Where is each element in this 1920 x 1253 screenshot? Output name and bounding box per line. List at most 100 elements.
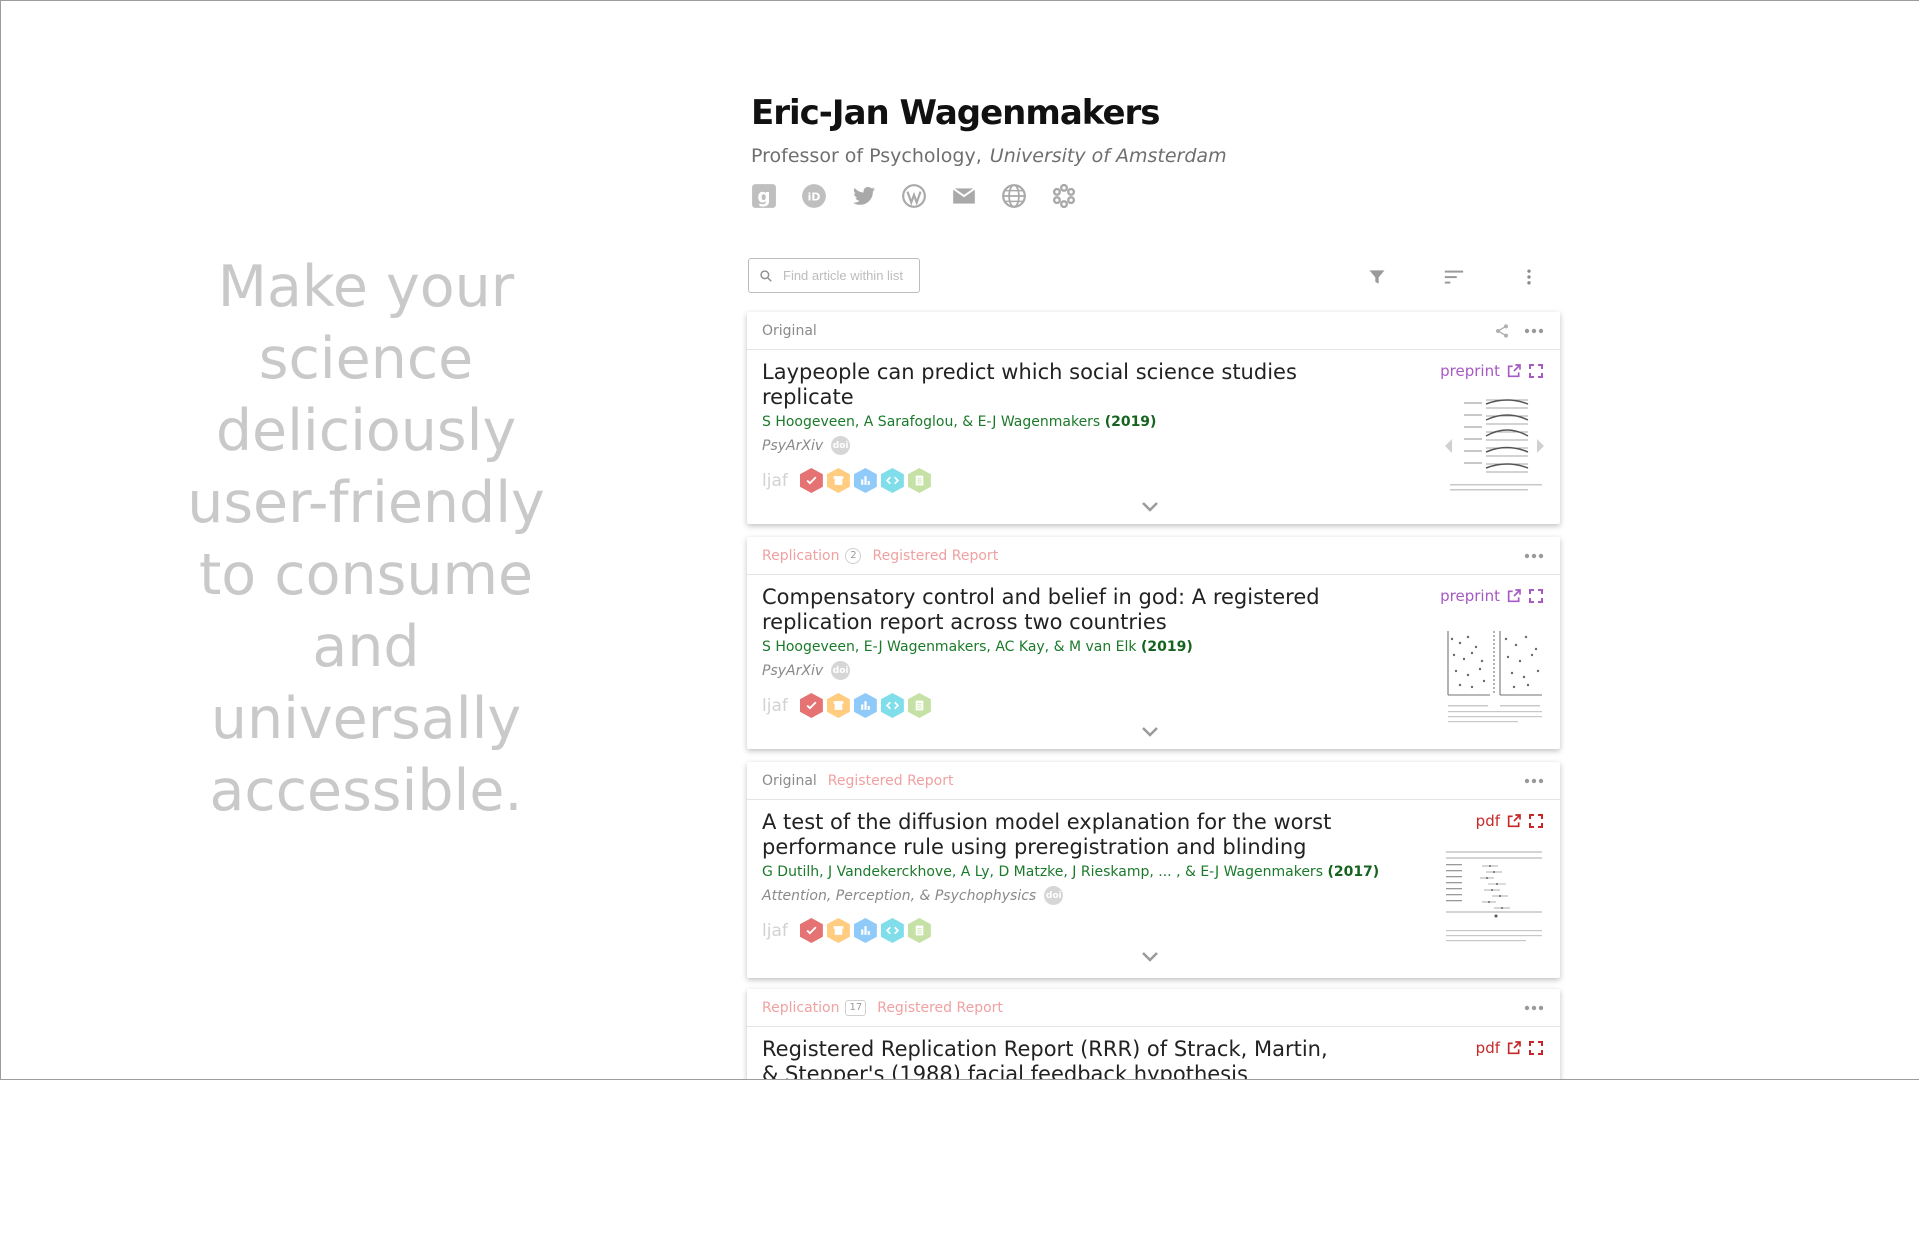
google-scholar-icon[interactable]: g (751, 181, 801, 211)
expand-chevron-icon[interactable] (1140, 950, 1160, 964)
email-icon[interactable] (951, 181, 1001, 211)
tagline-line: accessible. (209, 758, 523, 824)
ljaf-logo: ljaf (762, 920, 788, 941)
article-title[interactable]: A test of the diffusion model explanatio… (762, 810, 1332, 860)
article-year: (2019) (1140, 639, 1193, 655)
article-search[interactable] (748, 258, 920, 293)
registered-report-label: Registered Report (827, 772, 954, 789)
wordpress-icon[interactable] (901, 181, 951, 211)
ljaf-logo: ljaf (762, 470, 788, 491)
prereg-badge-icon[interactable] (799, 693, 823, 718)
replication-count[interactable]: 17 (845, 999, 867, 1016)
orcid-icon[interactable]: iD (801, 181, 851, 211)
open-science-badges: ljaf (762, 468, 1545, 493)
filter-icon[interactable] (1364, 264, 1390, 290)
open-science-badges: ljaf (762, 918, 1545, 943)
settings-icon[interactable] (1051, 181, 1101, 211)
materials-badge-icon[interactable] (826, 468, 850, 493)
tagline-line: and (312, 614, 420, 680)
link-label: preprint (1440, 362, 1500, 380)
venue-name: PsyArXiv (762, 662, 824, 679)
profile-name: Eric-Jan Wagenmakers (751, 93, 1161, 133)
expand-chevron-icon[interactable] (1140, 500, 1160, 514)
open-external-icon[interactable] (1506, 588, 1522, 604)
share-icon[interactable] (1494, 323, 1510, 339)
tagline-line: to consume (198, 542, 534, 608)
prereg-badge-icon[interactable] (799, 468, 823, 493)
author-list: S Hoogeveen, A Sarafoglou, & E-J Wagenma… (762, 414, 1101, 430)
article-type-label: Replication (762, 999, 840, 1016)
card-header: Replication 2 Registered Report (747, 537, 1560, 575)
article-authors[interactable]: S Hoogeveen, A Sarafoglou, & E-J Wagenma… (762, 414, 1545, 430)
article-card: Original Registered Report A test of the… (747, 762, 1560, 978)
open-external-icon[interactable] (1506, 363, 1522, 379)
document-badge-icon[interactable] (907, 693, 931, 718)
article-thumbnail[interactable] (1442, 627, 1547, 727)
profile-header: Eric-Jan Wagenmakers Professor of Psycho… (751, 93, 1227, 211)
open-external-icon[interactable] (1506, 813, 1522, 829)
prereg-badge-icon[interactable] (799, 918, 823, 943)
article-thumbnail[interactable] (1442, 846, 1547, 946)
tagline: Make your science deliciously user-frien… (171, 251, 561, 827)
article-venue: PsyArXiv doi (762, 661, 1545, 680)
article-title[interactable]: Laypeople can predict which social scien… (762, 360, 1332, 410)
profile-affiliation: Professor of Psychology, University of Am… (751, 145, 1227, 167)
preprint-link[interactable]: preprint (1440, 587, 1544, 605)
article-title[interactable]: Registered Replication Report (RRR) of S… (762, 1037, 1332, 1079)
expand-chevron-icon[interactable] (1140, 725, 1160, 739)
registered-report-label: Registered Report (877, 999, 1003, 1016)
article-authors[interactable]: G Dutilh, J Vandekerckhove, A Ly, D Matz… (762, 864, 1545, 880)
search-input[interactable] (781, 267, 915, 284)
sort-icon[interactable] (1441, 264, 1467, 290)
code-badge-icon[interactable] (880, 918, 904, 943)
doi-badge[interactable]: doi (1044, 886, 1064, 905)
doi-badge[interactable]: doi (831, 661, 851, 680)
tagline-line: science (258, 326, 474, 392)
more-horiz-icon[interactable] (1524, 1004, 1544, 1012)
document-badge-icon[interactable] (907, 918, 931, 943)
code-badge-icon[interactable] (880, 468, 904, 493)
fullscreen-icon[interactable] (1528, 588, 1544, 604)
replication-count[interactable]: 2 (845, 547, 862, 564)
more-horiz-icon[interactable] (1524, 552, 1544, 560)
pdf-link[interactable]: pdf (1476, 812, 1544, 830)
author-list: G Dutilh, J Vandekerckhove, A Ly, D Matz… (762, 864, 1323, 880)
data-badge-icon[interactable] (853, 693, 877, 718)
article-thumbnail[interactable] (1442, 394, 1547, 494)
search-icon (760, 269, 772, 282)
fullscreen-icon[interactable] (1528, 813, 1544, 829)
link-label: pdf (1475, 812, 1500, 830)
data-badge-icon[interactable] (853, 468, 877, 493)
article-venue: PsyArXiv doi (762, 436, 1545, 455)
page-frame: Make your science deliciously user-frien… (0, 0, 1919, 1080)
doi-badge[interactable]: doi (831, 436, 851, 455)
pdf-link[interactable]: pdf (1476, 1039, 1544, 1057)
article-card: Replication 2 Registered Report Compensa… (747, 537, 1560, 749)
social-links: g iD (751, 181, 1227, 211)
article-year: (2017) (1327, 864, 1380, 880)
article-authors[interactable]: S Hoogeveen, E-J Wagenmakers, AC Kay, & … (762, 639, 1545, 655)
twitter-icon[interactable] (851, 181, 901, 211)
article-card: Original Laypeople can predict which soc… (747, 312, 1560, 524)
preprint-link[interactable]: preprint (1440, 362, 1544, 380)
profile-institution: University of Amsterdam (989, 145, 1227, 167)
code-badge-icon[interactable] (880, 693, 904, 718)
tagline-line: Make your (217, 254, 515, 320)
link-label: preprint (1440, 587, 1500, 605)
card-header: Original (747, 312, 1560, 350)
fullscreen-icon[interactable] (1528, 363, 1544, 379)
more-vert-icon[interactable] (1516, 264, 1542, 290)
website-icon[interactable] (1001, 181, 1051, 211)
data-badge-icon[interactable] (853, 918, 877, 943)
author-list: S Hoogeveen, E-J Wagenmakers, AC Kay, & … (762, 639, 1137, 655)
more-horiz-icon[interactable] (1524, 327, 1544, 335)
fullscreen-icon[interactable] (1528, 1040, 1544, 1056)
materials-badge-icon[interactable] (826, 693, 850, 718)
registered-report-label: Registered Report (872, 547, 999, 564)
more-horiz-icon[interactable] (1524, 777, 1544, 785)
materials-badge-icon[interactable] (826, 918, 850, 943)
list-toolbar (748, 258, 1560, 296)
article-title[interactable]: Compensatory control and belief in god: … (762, 585, 1332, 635)
document-badge-icon[interactable] (907, 468, 931, 493)
open-external-icon[interactable] (1506, 1040, 1522, 1056)
